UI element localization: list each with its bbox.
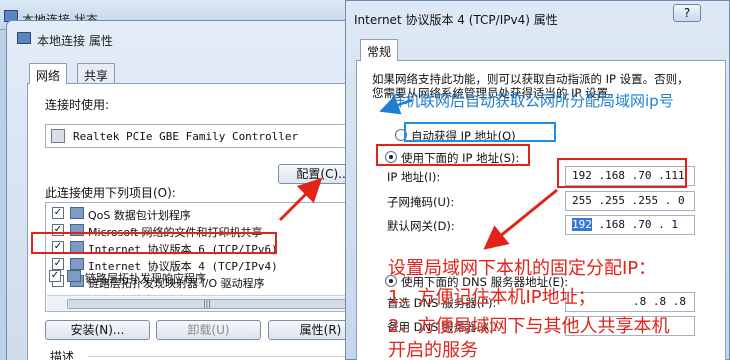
annotation-red-line: 2、方便局域网下与其他人共享本机 — [388, 316, 670, 337]
tab-general[interactable]: 常规 — [360, 39, 399, 61]
arrow-red-fields — [483, 188, 558, 250]
annotation-red-line: 设置局域网下本机的固定分配IP： — [388, 258, 657, 279]
tab-network[interactable]: 网络 — [29, 63, 68, 84]
annotation-red-line: 开启的服务 — [388, 340, 478, 360]
annotation-red-line: 1、方便记住本机IP地址； — [388, 287, 596, 308]
annotation-blue: 开机联网后自动获取公网所分配局域网ip号 — [390, 92, 674, 110]
arrow-red-left — [278, 177, 323, 222]
